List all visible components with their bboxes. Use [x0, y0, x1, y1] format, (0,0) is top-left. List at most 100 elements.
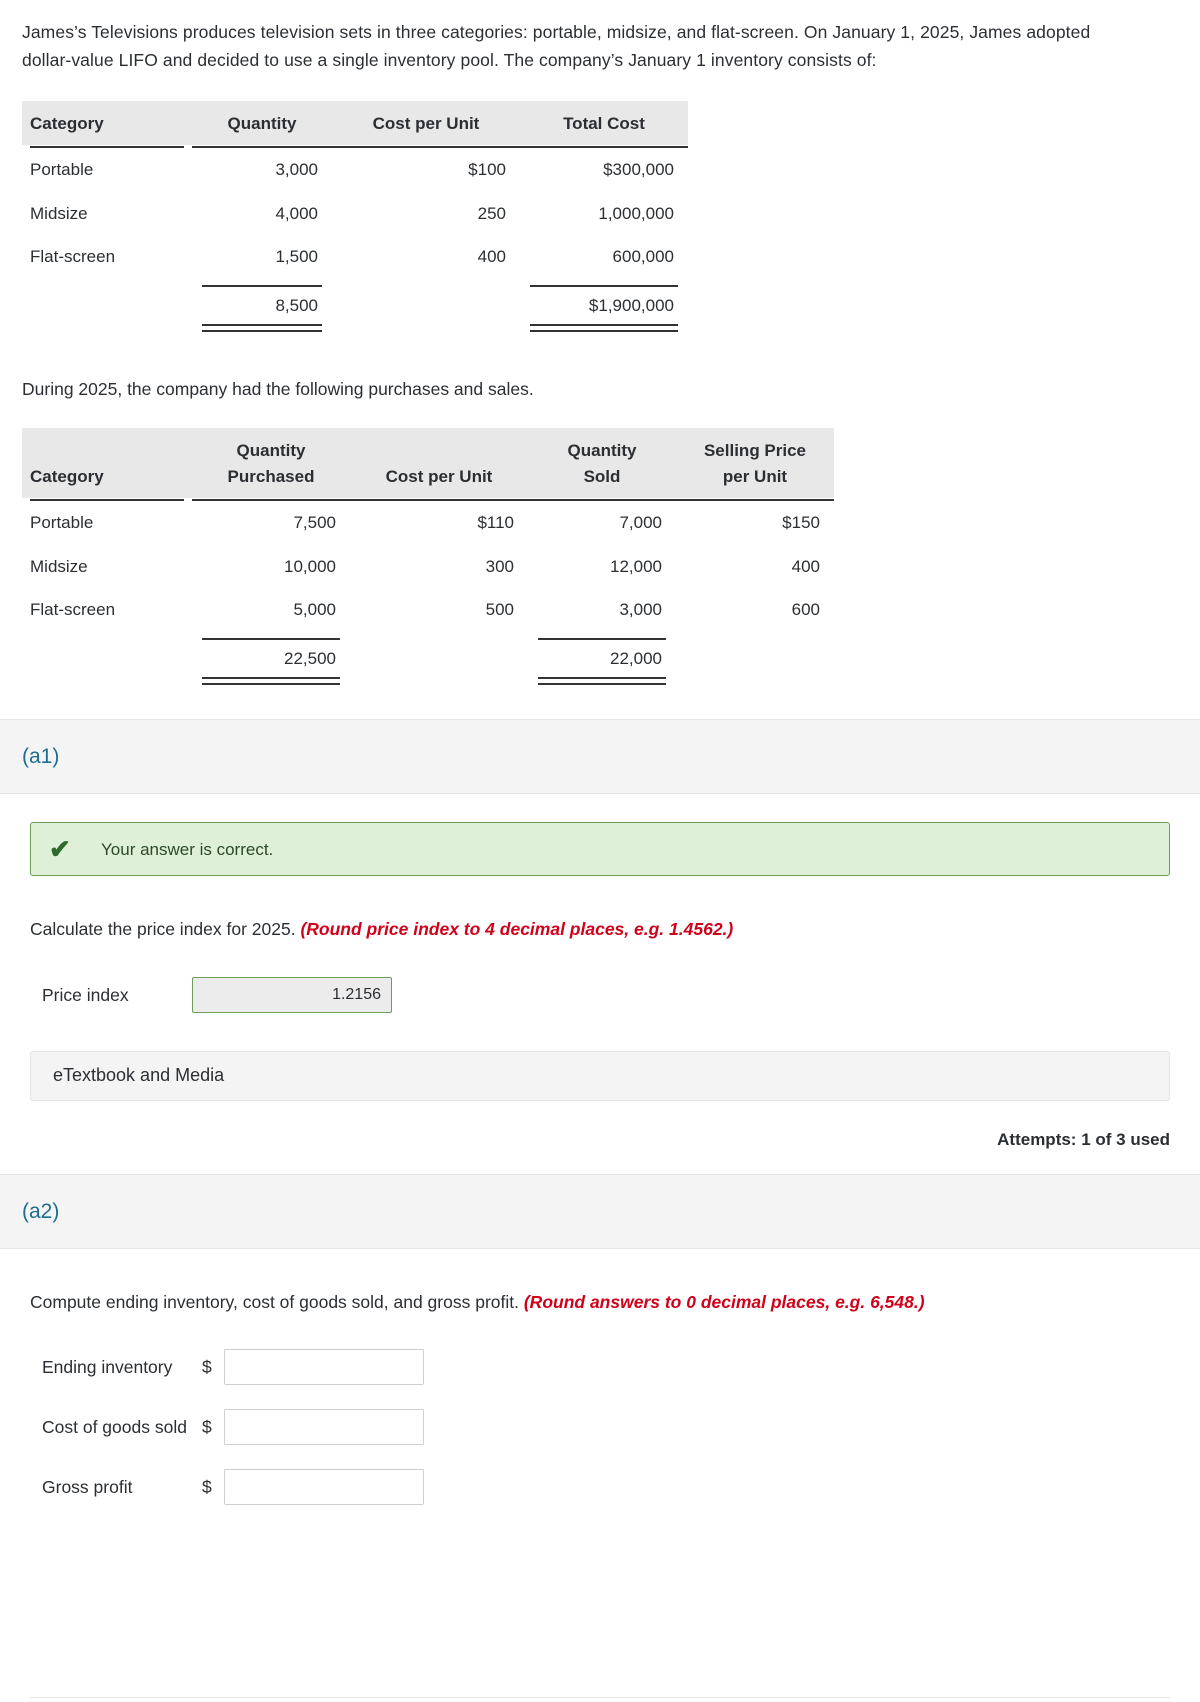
col-header-total-cost: Total Cost — [520, 100, 688, 146]
subrule-blank-cost — [332, 279, 520, 289]
table-row: Portable 7,500 $110 7,000 $150 — [22, 501, 834, 545]
total-label — [22, 642, 192, 673]
cell-total-cost: 1,000,000 — [598, 203, 674, 223]
col-header-quantity: Quantity — [192, 100, 332, 146]
prompt-a2-hint: (Round answers to 0 decimal places, e.g.… — [523, 1292, 925, 1313]
cost-of-goods-sold-input[interactable] — [224, 1409, 424, 1446]
prompt-a2-main: Compute ending inventory, cost of goods … — [30, 1292, 524, 1313]
table-header-bottom-row: Category Purchased Cost per Unit Sold pe… — [22, 463, 834, 499]
subrule-blank-price — [676, 632, 834, 642]
table-header-top-row: Quantity Quantity Selling Price — [22, 428, 834, 464]
check-icon: ✔ — [49, 834, 71, 865]
subrule-total — [520, 279, 688, 289]
etextbook-label: eTextbook and Media — [53, 1065, 225, 1086]
cell-selling-price: 600 — [791, 600, 820, 620]
purchases-table-wrap: Quantity Quantity Selling Price Category… — [0, 428, 1200, 686]
col-header-qty-sold: Sold — [528, 463, 676, 499]
currency-symbol: $ — [202, 1477, 212, 1498]
prompt-a1: Calculate the price index for 2025. (Rou… — [0, 916, 1200, 942]
cell-total-cost: $300,000 — [603, 160, 674, 180]
cell-total-cost: 600,000 — [612, 247, 674, 267]
between-paragraph: During 2025, the company had the followi… — [22, 379, 534, 400]
cell-cost-per-unit: $100 — [468, 160, 506, 180]
stem-paragraph: James’s Televisions produces television … — [22, 22, 1091, 71]
total-cost-per-unit — [350, 642, 528, 673]
col-header-selling-price-top: Selling Price — [676, 428, 834, 464]
col-header-qty-purchased: Purchased — [192, 463, 350, 499]
subtotal-rule-row — [22, 279, 688, 289]
section-header-a1: (a1) — [0, 719, 1200, 795]
total-total-cost: $1,900,000 — [588, 295, 674, 315]
price-index-row: Price index — [30, 976, 1170, 1013]
currency-symbol: $ — [202, 1417, 212, 1438]
cell-cost-per-unit: 300 — [485, 556, 514, 576]
cell-category: Midsize — [30, 556, 88, 576]
part-label-a1: (a1) — [22, 745, 60, 769]
price-index-input[interactable] — [192, 976, 392, 1013]
cell-cost-per-unit: 250 — [477, 203, 506, 223]
double-rule-row — [22, 319, 688, 333]
cell-cost-per-unit: $110 — [477, 513, 514, 533]
gross-profit-input[interactable] — [224, 1469, 424, 1506]
bottom-divider — [30, 1697, 1170, 1698]
col-header-category: Category — [22, 463, 192, 499]
total-selling-price — [676, 642, 834, 673]
cell-category: Midsize — [30, 203, 88, 223]
cell-selling-price: 400 — [791, 556, 820, 576]
subrule-qty-purchased — [192, 632, 350, 642]
cell-qty-purchased: 5,000 — [293, 600, 336, 620]
purchases-table: Quantity Quantity Selling Price Category… — [22, 428, 834, 686]
dblrule-blank-cost — [350, 672, 528, 685]
subrule-blank-cost — [350, 632, 528, 642]
total-qty-purchased: 22,500 — [284, 648, 336, 668]
ending-inventory-label: Ending inventory — [42, 1357, 173, 1378]
etextbook-wrap: eTextbook and Media — [0, 1050, 1200, 1101]
price-index-label: Price index — [42, 984, 129, 1005]
double-rule-row — [22, 672, 834, 686]
question-stem: James’s Televisions produces television … — [0, 0, 1200, 75]
cell-qty-sold: 12,000 — [610, 556, 662, 576]
dblrule-qty-purchased — [192, 672, 350, 686]
col-header-cost-top — [350, 428, 528, 464]
table-header-row: Category Quantity Cost per Unit Total Co… — [22, 100, 688, 146]
table-row: Portable 3,000 $100 $300,000 — [22, 148, 688, 192]
ending-inventory-input[interactable] — [224, 1349, 424, 1386]
inventory-table: Category Quantity Cost per Unit Total Co… — [22, 100, 688, 333]
table-row: Flat-screen 1,500 400 600,000 — [22, 235, 688, 279]
col-header-category: Category — [22, 100, 192, 146]
etextbook-and-media-bar[interactable]: eTextbook and Media — [30, 1050, 1170, 1101]
inventory-table-wrap: Category Quantity Cost per Unit Total Co… — [0, 100, 1200, 333]
subtotal-rule-row — [22, 632, 834, 642]
answer-block-a1: Price index — [0, 976, 1200, 1013]
cost-of-goods-sold-label: Cost of goods sold — [42, 1417, 187, 1438]
cost-of-goods-sold-row: Cost of goods sold $ — [30, 1409, 1170, 1446]
cell-category: Portable — [30, 513, 94, 533]
col-header-qty-purchased-top: Quantity — [192, 428, 350, 464]
table-row: Midsize 4,000 250 1,000,000 — [22, 192, 688, 236]
answer-correct-banner: ✔ Your answer is correct. — [30, 822, 1170, 877]
cell-cost-per-unit: 400 — [477, 247, 506, 267]
subrule-qty-sold — [528, 632, 676, 642]
dblrule-blank-cost — [332, 319, 520, 332]
dblrule-qty-sold — [528, 672, 676, 686]
cell-cost-per-unit: 500 — [485, 600, 514, 620]
table-row: Flat-screen 5,000 500 3,000 600 — [22, 588, 834, 632]
dblrule-blank — [22, 319, 192, 332]
section-header-a2: (a2) — [0, 1174, 1200, 1250]
col-header-category-top — [22, 428, 192, 464]
cell-selling-price: $150 — [782, 513, 820, 533]
cell-category: Portable — [30, 160, 94, 180]
question-page: James’s Televisions produces television … — [0, 0, 1200, 1702]
attempts-status: Attempts: 1 of 3 used — [997, 1129, 1170, 1149]
dblrule-quantity — [192, 319, 332, 333]
table-row: Midsize 10,000 300 12,000 400 — [22, 545, 834, 589]
spacer-below-attempts — [0, 1152, 1200, 1174]
col-header-selling-price: per Unit — [676, 463, 834, 499]
total-cost-per-unit — [332, 289, 520, 320]
cell-qty-sold: 7,000 — [619, 513, 662, 533]
cell-qty-sold: 3,000 — [619, 600, 662, 620]
dblrule-blank — [22, 672, 192, 685]
cell-quantity: 1,500 — [275, 247, 318, 267]
banner-area-a1: ✔ Your answer is correct. — [0, 794, 1200, 877]
subrule-blank — [22, 632, 192, 642]
